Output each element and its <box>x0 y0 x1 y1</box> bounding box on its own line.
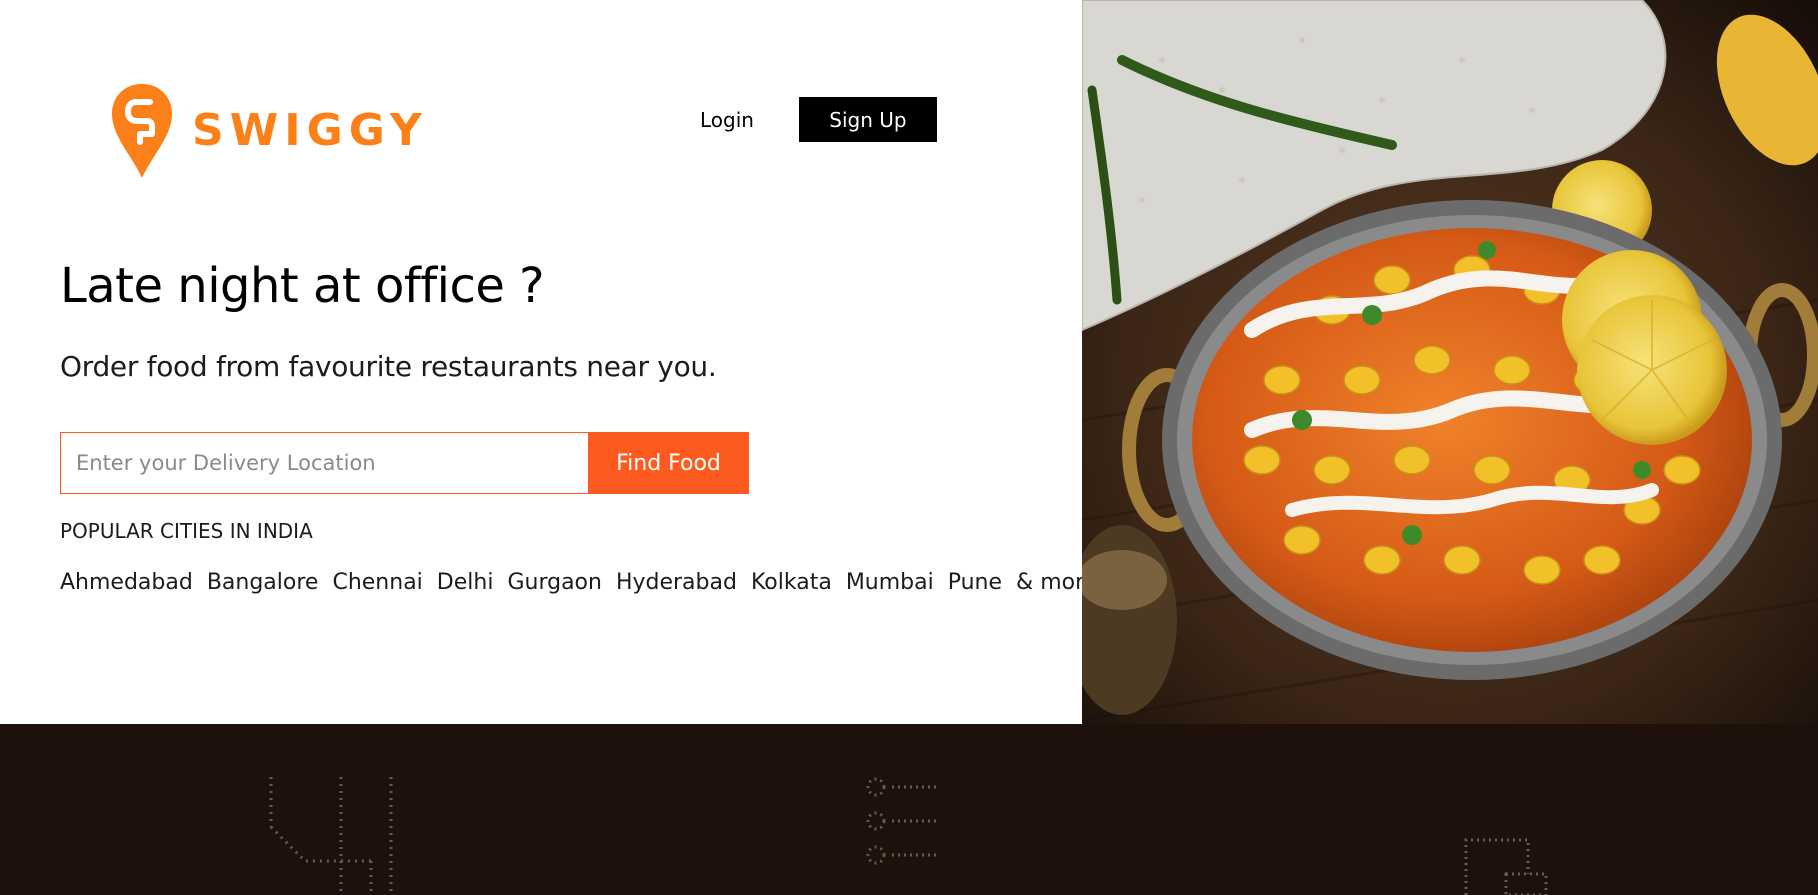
brand-name: SWIGGY <box>192 105 428 156</box>
signup-button[interactable]: Sign Up <box>798 97 937 142</box>
city-link-bangalore[interactable]: Bangalore <box>207 570 319 595</box>
city-link-mumbai[interactable]: Mumbai <box>846 570 934 595</box>
swiggy-pin-logo-icon <box>112 84 172 178</box>
popular-cities-title: POPULAR CITIES IN INDIA <box>60 519 313 543</box>
swiggy-logo[interactable]: SWIGGY <box>110 82 428 180</box>
city-link-gurgaon[interactable]: Gurgaon <box>507 570 602 595</box>
city-link-pune[interactable]: Pune <box>948 570 1002 595</box>
delivery-icon <box>1464 838 1548 895</box>
city-link-delhi[interactable]: Delhi <box>437 570 494 595</box>
top-nav: Login Sign Up <box>700 97 937 142</box>
city-link-chennai[interactable]: Chennai <box>332 570 422 595</box>
login-link[interactable]: Login <box>700 108 754 132</box>
delivery-location-input[interactable] <box>60 432 588 494</box>
hero-headline: Late night at office ? <box>60 258 545 314</box>
find-food-button[interactable]: Find Food <box>588 432 749 494</box>
order-icon <box>269 777 393 895</box>
list-icon <box>866 777 936 865</box>
food-illustration <box>1082 0 1818 724</box>
hero-left-pane: SWIGGY Login Sign Up Late night at offic… <box>0 0 1104 724</box>
location-search: Find Food <box>60 432 749 494</box>
how-it-works-band <box>0 724 1818 895</box>
city-link-ahmedabad[interactable]: Ahmedabad <box>60 570 193 595</box>
food-hero-image <box>1082 0 1818 724</box>
hero-subheadline: Order food from favourite restaurants ne… <box>60 350 717 383</box>
hero-section: SWIGGY Login Sign Up Late night at offic… <box>0 0 1818 724</box>
city-link-kolkata[interactable]: Kolkata <box>751 570 832 595</box>
popular-cities-list: Ahmedabad Bangalore Chennai Delhi Gurgao… <box>60 570 1104 595</box>
city-link-hyderabad[interactable]: Hyderabad <box>616 570 737 595</box>
